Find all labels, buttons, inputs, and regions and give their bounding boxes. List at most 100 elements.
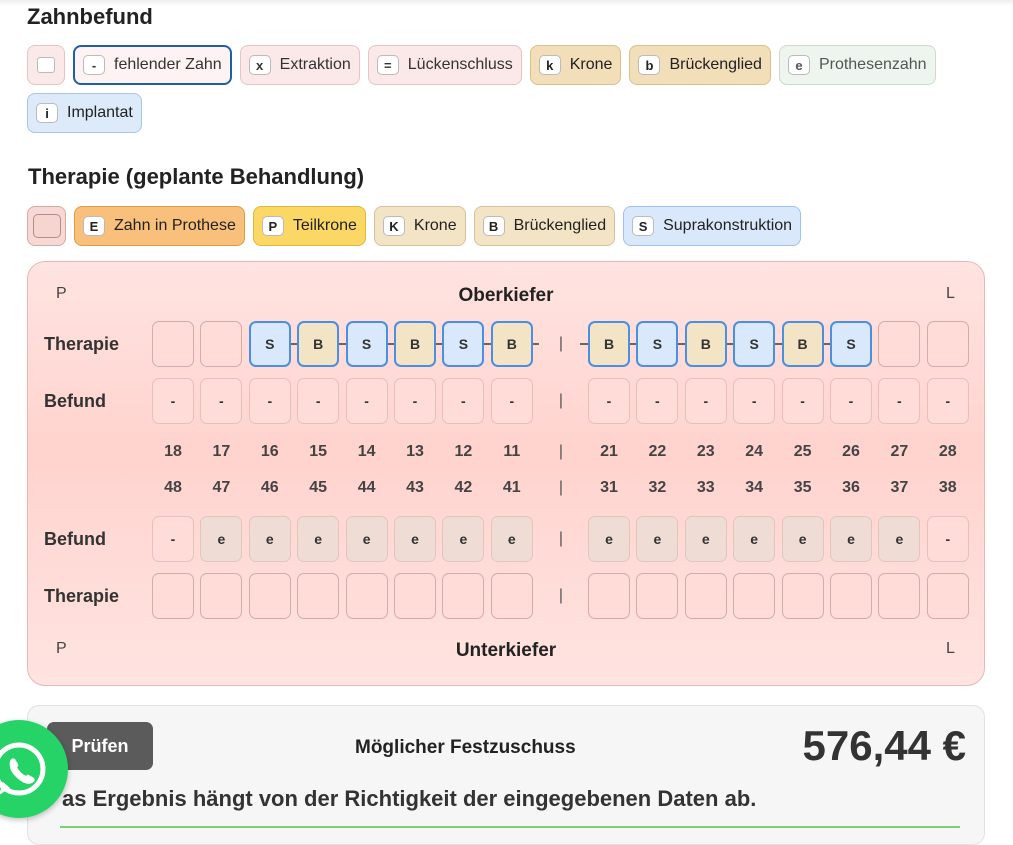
- lower-therapie-cell-33[interactable]: [684, 573, 727, 619]
- lower-befund-cell-37[interactable]: e: [878, 516, 921, 562]
- befund-chip-missing[interactable]: - fehlender Zahn: [73, 45, 232, 85]
- bridge-connector: [580, 343, 588, 345]
- upper-befund-cell-27[interactable]: -: [878, 378, 921, 424]
- lower-therapie-cell-42[interactable]: [442, 573, 485, 619]
- upper-therapie-cell-14[interactable]: S: [345, 321, 388, 367]
- midline-separator: |: [558, 587, 564, 604]
- lower-befund-cell-42[interactable]: e: [442, 516, 485, 562]
- lower-befund-cell-41[interactable]: e: [490, 516, 533, 562]
- befund-chip-gap-closure[interactable]: = Lückenschluss: [367, 45, 522, 85]
- tooth-number-35: 35: [793, 479, 812, 496]
- lower-therapie-cell-38[interactable]: [926, 573, 969, 619]
- upper-therapie-cell-16[interactable]: S: [248, 321, 291, 367]
- upper-therapie-cell-13[interactable]: B: [394, 321, 436, 367]
- whatsapp-icon[interactable]: [0, 720, 68, 818]
- midline-separator: |: [558, 392, 564, 409]
- lower-therapie-cell-37[interactable]: [878, 573, 921, 619]
- lower-befund-cell-47[interactable]: e: [200, 516, 243, 562]
- lower-befund-cell-43[interactable]: e: [394, 516, 436, 562]
- upper-therapie-cell-25[interactable]: B: [781, 321, 824, 367]
- therapie-chip-bridge-member[interactable]: B Brückenglied: [473, 206, 616, 246]
- upper-befund-cell-23[interactable]: -: [684, 378, 727, 424]
- lower-therapie-cell-34[interactable]: [733, 573, 776, 619]
- upper-befund-cell-28[interactable]: -: [926, 378, 969, 424]
- upper-befund-cell-15[interactable]: -: [297, 378, 340, 424]
- lower-befund-cell-34[interactable]: e: [733, 516, 776, 562]
- lower-befund-cell-46[interactable]: e: [248, 516, 291, 562]
- befund-chip-crown[interactable]: k Krone: [529, 45, 622, 85]
- upper-befund-cell-12[interactable]: -: [442, 378, 485, 424]
- therapie-chip-partial-crown[interactable]: P Teilkrone: [252, 206, 366, 246]
- upper-therapie-cell-26[interactable]: S: [830, 321, 872, 367]
- upper-befund-cell-22[interactable]: -: [636, 378, 679, 424]
- befund-chip-implant[interactable]: i Implantat: [27, 93, 142, 133]
- lower-befund-cell-48[interactable]: -: [152, 516, 194, 562]
- therapie-chip-prosthesis[interactable]: E Zahn in Prothese: [74, 206, 245, 246]
- lower-therapie-cell-44[interactable]: [345, 573, 388, 619]
- lower-therapie-cell-36[interactable]: [830, 573, 872, 619]
- upper-therapie-label: Therapie: [44, 334, 120, 354]
- lower-befund-label: Befund: [44, 529, 106, 549]
- upper-therapie-cell-28[interactable]: [926, 321, 969, 367]
- therapie-chip-supraconstruction[interactable]: S Suprakonstruktion: [623, 206, 802, 246]
- therapie-chip-empty[interactable]: [27, 206, 66, 246]
- lower-therapie-cell-43[interactable]: [394, 573, 436, 619]
- lower-befund-cell-38[interactable]: -: [926, 516, 969, 562]
- lower-right-side-label: L: [946, 640, 955, 657]
- tooth-number-12: 12: [454, 443, 473, 460]
- upper-befund-cell-18[interactable]: -: [152, 378, 194, 424]
- befund-chip-bridge-member[interactable]: b Brückenglied: [629, 45, 771, 85]
- upper-therapie-cell-12[interactable]: S: [442, 321, 485, 367]
- tooth-number-26: 26: [842, 443, 860, 460]
- tooth-number-27: 27: [890, 443, 909, 460]
- lower-befund-cell-32[interactable]: e: [636, 516, 679, 562]
- upper-befund-cell-17[interactable]: -: [200, 378, 243, 424]
- lower-befund-cell-36[interactable]: e: [830, 516, 872, 562]
- lower-therapie-cell-32[interactable]: [636, 573, 679, 619]
- upper-befund-cell-16[interactable]: -: [248, 378, 291, 424]
- upper-therapie-cell-24[interactable]: S: [733, 321, 776, 367]
- upper-therapie-cell-27[interactable]: [878, 321, 921, 367]
- befund-chip-prosthesis-tooth[interactable]: e Prothesenzahn: [778, 45, 936, 85]
- lower-therapie-cell-35[interactable]: [781, 573, 824, 619]
- tooth-number-21: 21: [600, 443, 618, 460]
- lower-befund-cell-45[interactable]: e: [297, 516, 340, 562]
- upper-therapie-cell-15[interactable]: B: [297, 321, 340, 367]
- upper-befund-cell-14[interactable]: -: [345, 378, 388, 424]
- upper-befund-cell-25[interactable]: -: [781, 378, 824, 424]
- upper-befund-cell-26[interactable]: -: [830, 378, 872, 424]
- tooth-number-38: 38: [938, 479, 957, 496]
- lower-therapie-cell-31[interactable]: [588, 573, 630, 619]
- upper-befund-label: Befund: [44, 391, 106, 411]
- upper-befund-cell-21[interactable]: -: [588, 378, 630, 424]
- lower-jaw-title: Unterkiefer: [455, 640, 557, 661]
- upper-therapie-cell-22[interactable]: S: [636, 321, 679, 367]
- upper-therapie-cell-21[interactable]: B: [588, 321, 630, 367]
- tooth-number-33: 33: [696, 479, 715, 496]
- lower-therapie-cell-48[interactable]: [152, 573, 194, 619]
- tooth-number-46: 46: [260, 479, 279, 496]
- upper-therapie-cell-17[interactable]: [200, 321, 243, 367]
- upper-befund-cell-13[interactable]: -: [394, 378, 436, 424]
- befund-chip-extraction[interactable]: x Extraktion: [239, 45, 360, 85]
- lower-befund-cell-33[interactable]: e: [684, 516, 727, 562]
- lower-therapie-cell-47[interactable]: [200, 573, 243, 619]
- midline-separator: |: [558, 443, 564, 460]
- upper-therapie-cell-11[interactable]: B: [490, 321, 533, 367]
- tooth-number-31: 31: [600, 479, 618, 496]
- therapie-chip-crown[interactable]: K Krone: [373, 206, 466, 246]
- upper-therapie-cell-18[interactable]: [152, 321, 194, 367]
- lower-befund-cell-31[interactable]: e: [588, 516, 630, 562]
- lower-befund-cell-44[interactable]: e: [345, 516, 388, 562]
- upper-right-side-label: L: [946, 285, 955, 302]
- midline-separator: |: [558, 530, 564, 547]
- upper-therapie-cell-23[interactable]: B: [684, 321, 727, 367]
- lower-befund-cell-35[interactable]: e: [781, 516, 824, 562]
- lower-therapie-cell-46[interactable]: [248, 573, 291, 619]
- subsidy-amount: 576,44 €: [802, 722, 967, 769]
- upper-befund-cell-24[interactable]: -: [733, 378, 776, 424]
- lower-therapie-cell-41[interactable]: [490, 573, 533, 619]
- upper-befund-cell-11[interactable]: -: [490, 378, 533, 424]
- lower-therapie-cell-45[interactable]: [297, 573, 340, 619]
- befund-chip-empty[interactable]: [27, 45, 65, 85]
